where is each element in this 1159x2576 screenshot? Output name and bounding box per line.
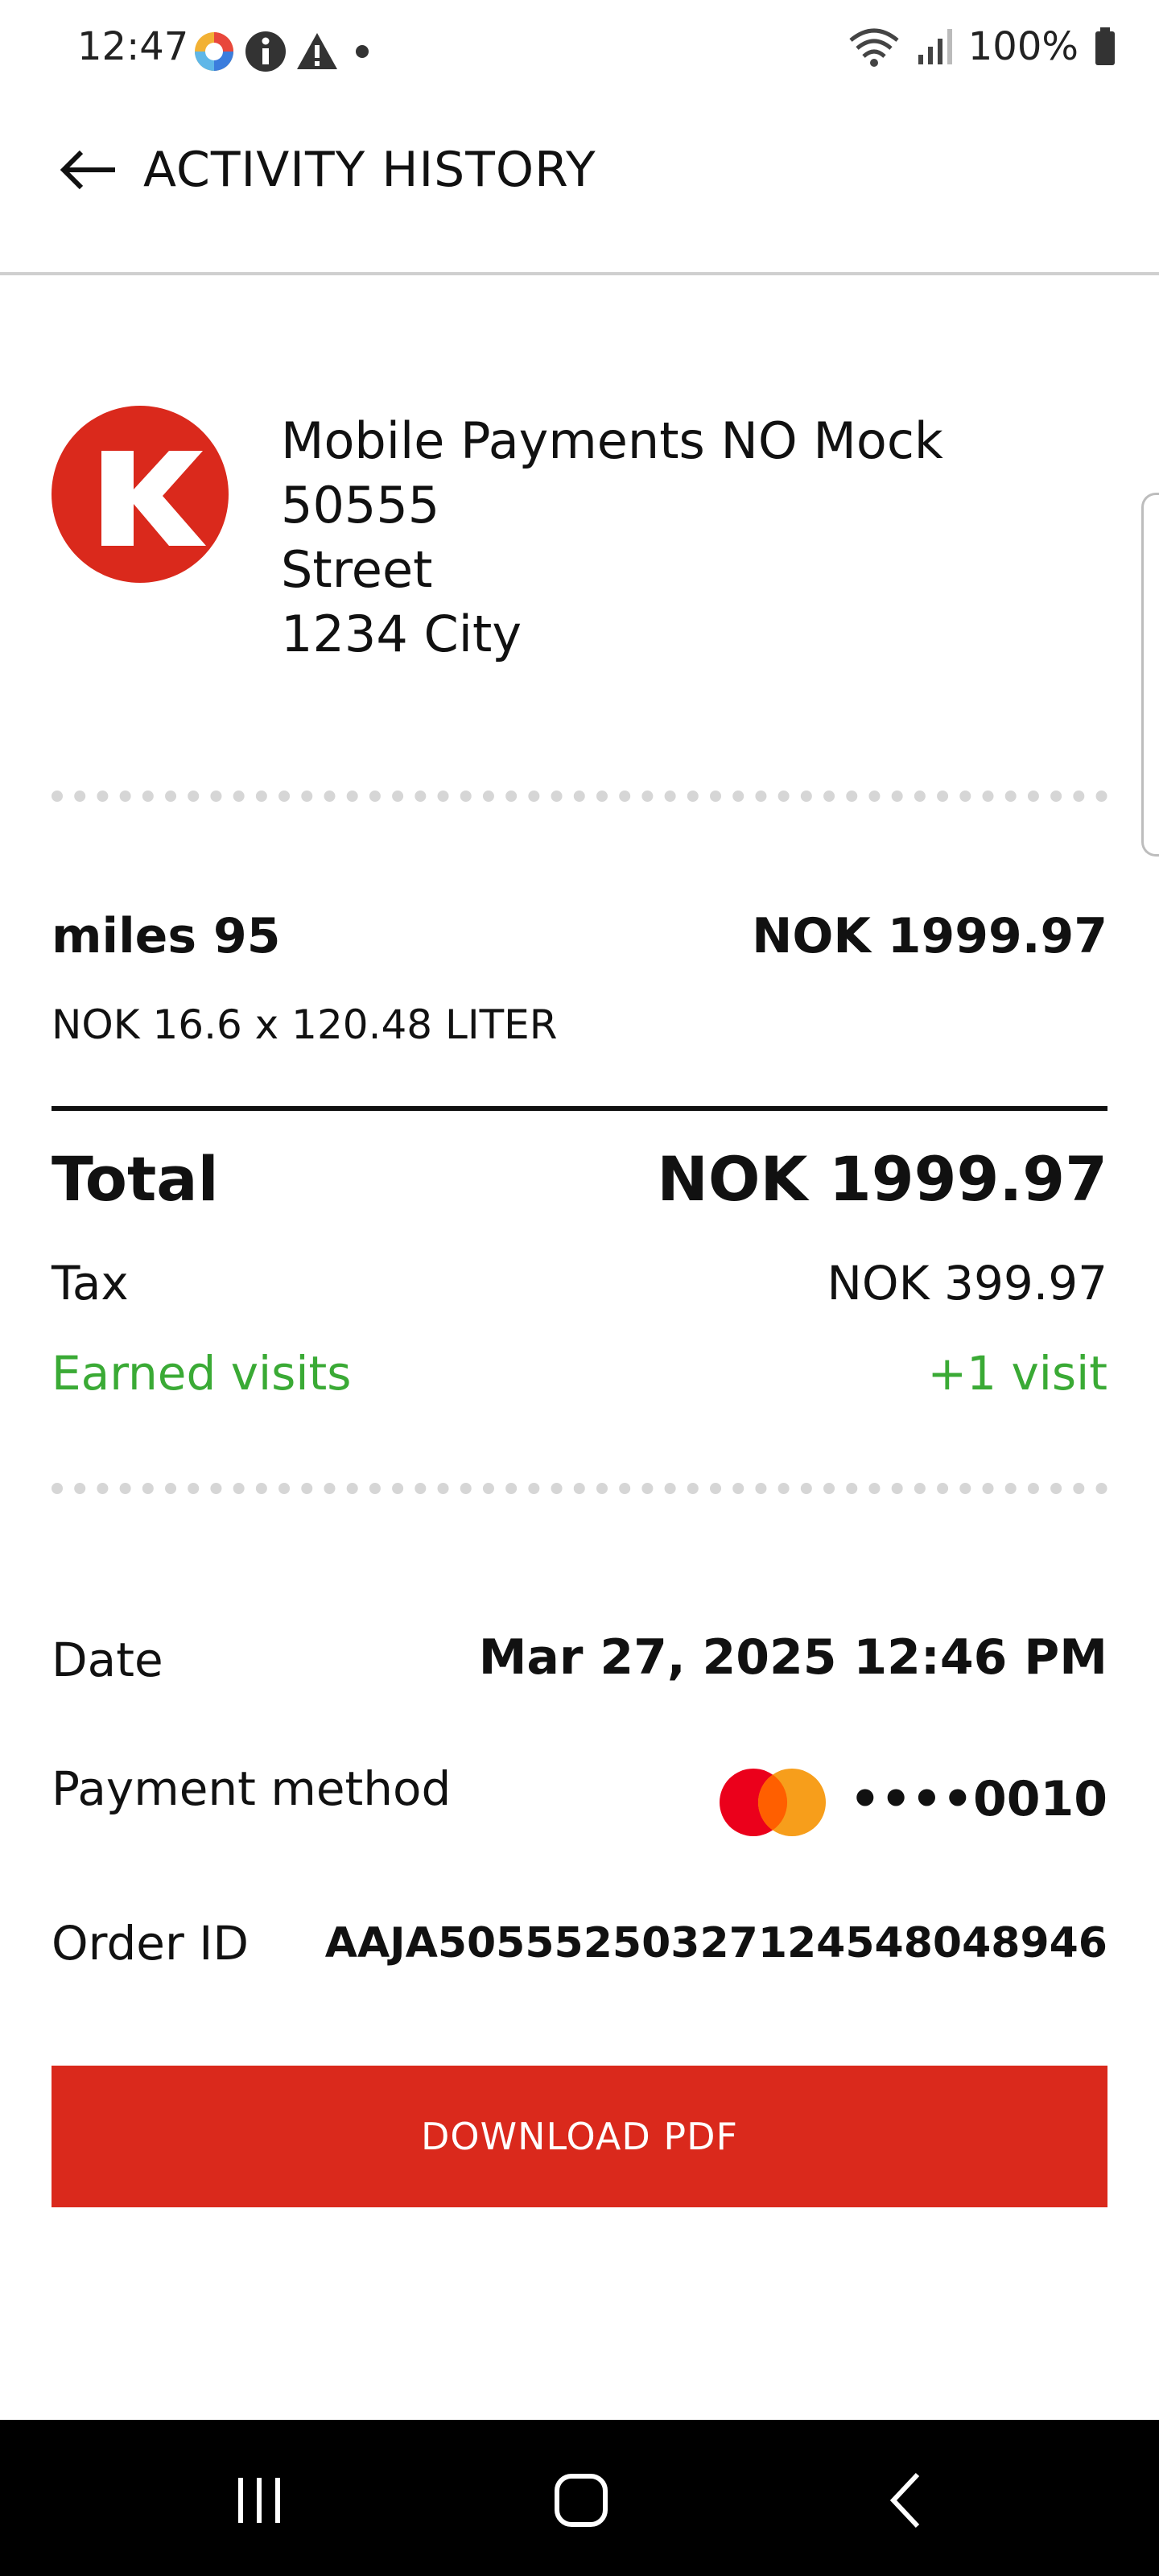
item-name: miles 95: [52, 908, 281, 964]
total-label: Total: [52, 1143, 219, 1215]
merchant-id: 50555: [281, 476, 440, 535]
date-value: Mar 27, 2025 12:46 PM: [478, 1629, 1107, 1686]
app-bar: ACTIVITY HISTORY: [0, 103, 1159, 275]
system-back-button[interactable]: [860, 2460, 956, 2541]
status-icons-right: 100%: [848, 24, 1117, 69]
dotted-divider: [52, 791, 1107, 802]
tax-label: Tax: [52, 1256, 129, 1311]
home-icon: [555, 2474, 608, 2527]
mastercard-icon: [720, 1769, 826, 1836]
dot-icon: [356, 45, 369, 58]
wifi-icon: [849, 28, 899, 67]
battery-percent: 100%: [967, 24, 1079, 69]
arrow-left-icon: [60, 150, 115, 190]
status-bar: 12:47 100%: [0, 0, 1159, 103]
merchant-street: Street: [281, 540, 433, 599]
date-label: Date: [52, 1633, 163, 1687]
back-icon: [889, 2472, 920, 2529]
merchant-address: Mobile Payments NO Mock 50555 Street 123…: [281, 409, 943, 667]
app-notification-icon: [195, 32, 233, 71]
total-divider: [52, 1106, 1107, 1111]
item-detail: NOK 16.6 x 120.48 LITER: [52, 1001, 558, 1048]
total-value: NOK 1999.97: [657, 1143, 1107, 1215]
order-id-value: AAJA50555250327124548048946: [324, 1919, 1107, 1967]
earned-visits-label: Earned visits: [52, 1346, 352, 1401]
download-pdf-button[interactable]: DOWNLOAD PDF: [52, 2066, 1107, 2207]
recents-icon: [238, 2478, 280, 2523]
merchant-name: Mobile Payments NO Mock: [281, 411, 943, 470]
earned-visits-value: +1 visit: [927, 1346, 1107, 1401]
warning-icon: [297, 33, 337, 69]
battery-icon: [1095, 27, 1115, 65]
status-icons-left: [192, 29, 378, 74]
merchant-info: Mobile Payments NO Mock 50555 Street 123…: [52, 406, 1107, 663]
recents-button[interactable]: [211, 2460, 307, 2541]
circle-k-logo: [52, 406, 229, 583]
status-time: 12:47: [77, 24, 189, 69]
order-id-label: Order ID: [52, 1916, 250, 1971]
navigation-bar: [0, 2420, 1159, 2576]
home-button[interactable]: [533, 2460, 629, 2541]
info-icon: [245, 31, 286, 72]
payment-card-number: ••••0010: [849, 1771, 1107, 1827]
edge-panel-handle[interactable]: [1141, 493, 1159, 857]
payment-method-label: Payment method: [52, 1761, 452, 1816]
back-button[interactable]: [45, 126, 134, 214]
dotted-divider: [52, 1483, 1107, 1494]
item-price: NOK 1999.97: [752, 908, 1107, 964]
page-title: ACTIVITY HISTORY: [143, 142, 596, 198]
tax-value: NOK 399.97: [827, 1256, 1107, 1311]
merchant-city: 1234 City: [281, 605, 522, 663]
signal-icon: [918, 29, 952, 64]
